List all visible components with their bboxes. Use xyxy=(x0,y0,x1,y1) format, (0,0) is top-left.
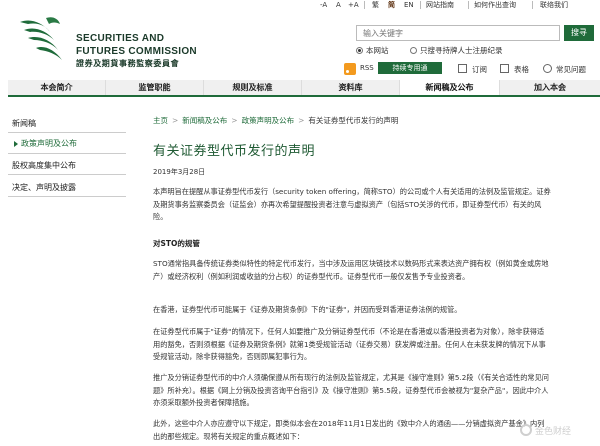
divider xyxy=(420,1,421,9)
sidebar-item-policy-statements[interactable]: 政策声明及公布 xyxy=(21,138,126,149)
main-nav: 本会简介 监管职能 规则及标准 资料库 新闻稿及公布 加入本会 xyxy=(8,80,600,97)
nav-news-announcements[interactable]: 新闻稿及公布 xyxy=(400,80,500,95)
font-smaller-link[interactable]: -A xyxy=(320,0,327,10)
font-larger-link[interactable]: +A xyxy=(348,0,359,10)
nav-careers[interactable]: 加入本会 xyxy=(500,80,600,95)
forms-icon[interactable] xyxy=(500,64,509,73)
sfc-logo-icon[interactable] xyxy=(16,12,68,64)
sidebar-item-news[interactable]: 新闻稿 xyxy=(12,118,130,129)
rss-link[interactable]: RSS xyxy=(360,64,374,72)
lang-traditional-link[interactable]: 繁 xyxy=(372,0,379,10)
sidebar-item-high-shareholding[interactable]: 股权高度集中公布 xyxy=(12,160,130,171)
breadcrumb-home[interactable]: 主页 xyxy=(153,116,168,125)
breadcrumb-sep: > xyxy=(231,116,238,125)
font-normal-link[interactable]: A xyxy=(336,0,341,10)
top-utility-bar: -A A +A 繁 简 EN 网站指南 如何作出查询 联络我们 xyxy=(0,0,600,10)
lang-english-link[interactable]: EN xyxy=(404,0,414,10)
divider xyxy=(468,1,469,9)
radio-unselected-icon xyxy=(410,47,417,54)
nav-resources[interactable]: 资料库 xyxy=(302,80,400,95)
article-date: 2019年3月28日 xyxy=(153,168,206,176)
mobile-app-button[interactable]: 持续专用通 xyxy=(378,62,442,74)
search-scope-site-radio[interactable]: 本网站 xyxy=(356,45,389,56)
forms-link[interactable]: 表格 xyxy=(514,64,529,75)
divider xyxy=(8,153,126,154)
search-input[interactable] xyxy=(356,25,560,41)
radio-label: 只搜寻持牌人士注册纪录 xyxy=(420,46,503,55)
watermark-text: 金色财经 xyxy=(535,427,572,437)
search-scope-registry-radio[interactable]: 只搜寻持牌人士注册纪录 xyxy=(410,45,503,56)
article-paragraph: 本声明旨在提醒从事证券型代币发行（security token offering… xyxy=(153,187,551,222)
divider xyxy=(364,1,365,9)
article-paragraph: STO通常指具备传统证券类似特性的特定代币发行，当中涉及运用区块链技术以数码形式… xyxy=(153,259,549,281)
article-subheading: 对STO的规管 xyxy=(153,239,200,248)
watermark: 金色财经 xyxy=(520,424,571,437)
org-name-en-line2: FUTURES COMMISSION xyxy=(76,46,197,57)
org-name-en-line1: SECURITIES AND xyxy=(76,33,165,44)
breadcrumb-policy[interactable]: 政策声明及公布 xyxy=(242,116,295,125)
site-guide-link[interactable]: 网站指南 xyxy=(426,0,454,10)
radio-selected-icon xyxy=(356,47,363,54)
caret-right-icon xyxy=(14,141,18,147)
divider xyxy=(8,132,126,133)
search-button[interactable]: 搜寻 xyxy=(564,25,594,41)
breadcrumb-sep: > xyxy=(172,116,179,125)
lang-simplified-link[interactable]: 简 xyxy=(388,0,395,10)
breadcrumb-sep: > xyxy=(298,116,305,125)
breadcrumb: 主页 > 新闻稿及公布 > 政策声明及公布 > 有关证券型代币发行的声明 xyxy=(153,115,398,126)
faq-icon[interactable] xyxy=(543,64,552,73)
divider xyxy=(532,1,533,9)
divider xyxy=(8,196,126,197)
breadcrumb-news[interactable]: 新闻稿及公布 xyxy=(182,116,227,125)
sidebar-item-decisions[interactable]: 决定、声明及披露 xyxy=(12,182,130,193)
contact-us-link[interactable]: 联络我们 xyxy=(540,0,568,10)
nav-about[interactable]: 本会简介 xyxy=(8,80,106,95)
article-paragraph: 推广及分销证券型代币的中介人须确保遵从所有现行的法例及监管规定，尤其是《操守准则… xyxy=(153,373,549,408)
divider xyxy=(8,174,126,175)
article-paragraph: 此外，这些中介人亦应遵守以下规定，即类似本会在2018年11月1日发出的《致中介… xyxy=(153,419,545,441)
faq-link[interactable]: 常见问题 xyxy=(556,64,586,75)
rss-icon[interactable] xyxy=(344,63,356,75)
article-paragraph: 在香港，证券型代币可能属于《证券及期货条例》下的"证券"，并因而受到香港证券法例… xyxy=(153,305,462,314)
breadcrumb-current: 有关证券型代币发行的声明 xyxy=(308,116,399,125)
nav-rules-standards[interactable]: 规则及标准 xyxy=(204,80,302,95)
enquiry-link[interactable]: 如何作出查询 xyxy=(474,0,516,10)
org-name-zh: 證券及期貨事務監察委員會 xyxy=(76,59,180,68)
nav-regulatory-functions[interactable]: 监管职能 xyxy=(106,80,204,95)
subscribe-icon[interactable] xyxy=(458,64,467,73)
page-title: 有关证券型代币发行的声明 xyxy=(153,144,316,159)
article-paragraph: 在证券型代币属于"证券"的情况下，任何人如要推广及分销证券型代币（不论是在香港或… xyxy=(153,327,546,362)
subscribe-link[interactable]: 订阅 xyxy=(472,64,487,75)
radio-label: 本网站 xyxy=(366,46,389,55)
watermark-logo-icon xyxy=(520,424,532,436)
